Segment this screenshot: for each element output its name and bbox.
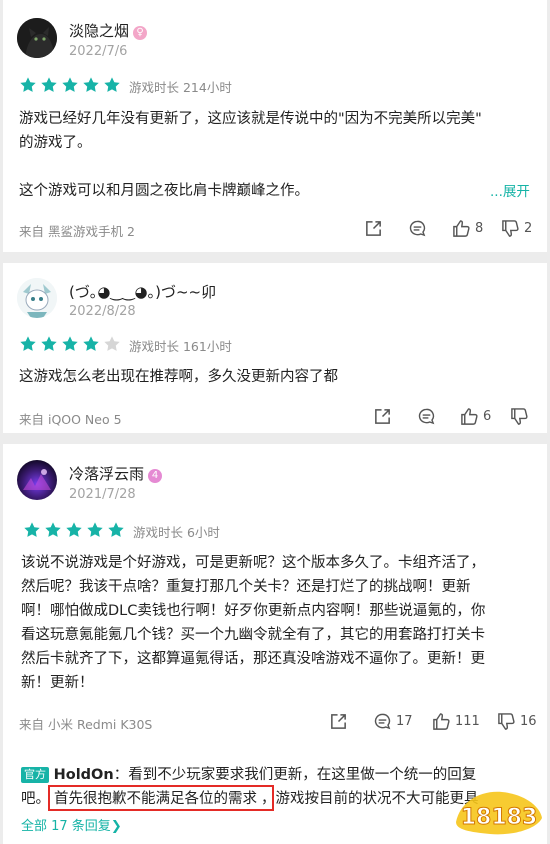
star-icon	[104, 77, 120, 92]
review-date: 2022/8/28	[69, 304, 136, 319]
star-rating	[23, 521, 128, 539]
star-icon	[83, 336, 99, 351]
review-date: 2022/7/6	[69, 44, 128, 59]
share-button[interactable]	[364, 218, 383, 238]
watermark-logo: 18183	[450, 782, 546, 842]
review-text: 游戏已经好几年没有更新了，这应该就是传说中的"因为不完美所以完美" 的游戏了。 …	[19, 111, 482, 199]
reply-text: ：看到不少玩家要求我们更新，在这里做一个统一的回复	[113, 767, 477, 783]
like-button[interactable]: 111	[432, 711, 480, 731]
share-icon	[375, 408, 390, 424]
comment-button[interactable]	[408, 218, 427, 238]
dislike-count: 2	[524, 220, 533, 236]
playtime: 游戏时长 6小时	[133, 525, 220, 540]
star-icon	[83, 77, 99, 92]
thumbs-up-icon	[433, 712, 450, 730]
review-card-1: 淡隐之烟 ♀ 2022/7/6 游戏时长 214小时 游戏已经好几年没有更新了，这…	[3, 0, 547, 252]
share-icon	[366, 220, 381, 236]
playtime: 游戏时长 161小时	[129, 339, 232, 354]
like-count: 6	[483, 408, 492, 424]
review-card-2: (づ｡◕‿‿◕｡)づ~~卯 2022/8/28 游戏时长 161小时 这游戏怎么…	[3, 263, 547, 433]
device-source: 来自 小米 Redmi K30S	[19, 717, 153, 732]
avatar[interactable]	[17, 18, 57, 58]
star-icon	[62, 77, 78, 92]
device-source: 来自 iQOO Neo 5	[19, 412, 122, 427]
like-button[interactable]: 6	[460, 406, 491, 426]
share-button[interactable]	[373, 406, 392, 426]
review-date: 2021/7/28	[69, 487, 136, 502]
like-count: 111	[455, 713, 480, 729]
comment-icon	[418, 408, 435, 424]
star-icon	[20, 336, 36, 351]
thumbs-up-icon	[453, 219, 470, 237]
avatar[interactable]	[17, 460, 57, 500]
level-badge: 4	[148, 469, 163, 483]
share-icon	[331, 713, 346, 729]
star-icon	[45, 522, 61, 537]
dislike-button[interactable]: 2	[501, 218, 532, 238]
star-icon	[87, 522, 103, 537]
device-source: 来自 黑鲨游戏手机 2	[19, 224, 135, 239]
star-icon	[20, 77, 36, 92]
comment-count: 17	[396, 713, 413, 729]
thumbs-down-icon	[511, 407, 528, 425]
playtime: 游戏时长 214小时	[129, 80, 232, 95]
star-icon	[104, 336, 120, 351]
star-icon	[66, 522, 82, 537]
highlight-box	[48, 785, 274, 811]
all-replies-link[interactable]: 全部 17 条回复❯	[21, 815, 122, 834]
avatar[interactable]	[17, 278, 57, 318]
dislike-button[interactable]: 16	[497, 711, 537, 731]
star-rating	[19, 76, 124, 94]
comment-icon	[374, 713, 391, 729]
dislike-button[interactable]	[510, 406, 529, 426]
username[interactable]: (づ｡◕‿‿◕｡)づ~~卯	[69, 281, 216, 302]
review-text: 该说不说游戏是个好游戏，可是更新呢？这个版本多久了。卡组齐活了， 然后呢？我该干…	[21, 555, 486, 691]
comment-icon	[409, 220, 426, 236]
comment-button[interactable]: 17	[373, 711, 413, 731]
expand-link[interactable]: ...展开	[490, 180, 530, 200]
like-button[interactable]: 8	[452, 218, 483, 238]
star-icon	[41, 77, 57, 92]
star-rating	[19, 335, 124, 353]
dislike-count: 16	[520, 713, 537, 729]
thumbs-down-icon	[502, 219, 519, 237]
star-icon	[41, 336, 57, 351]
watermark-text: 18183	[461, 805, 538, 830]
star-icon	[62, 336, 78, 351]
official-tag: 官方	[21, 767, 49, 783]
star-icon	[24, 522, 40, 537]
like-count: 8	[475, 220, 484, 236]
thumbs-down-icon	[498, 712, 515, 730]
star-icon	[108, 522, 124, 537]
comment-button[interactable]	[417, 406, 436, 426]
review-text: 这游戏怎么老出现在推荐啊，多久没更新内容了都	[19, 369, 338, 385]
username[interactable]: 冷落浮云雨 4	[69, 463, 163, 484]
replier-name[interactable]: HoldOn	[54, 767, 114, 783]
thumbs-up-icon	[461, 407, 478, 425]
gender-female-icon: ♀	[133, 26, 148, 40]
share-button[interactable]	[329, 711, 348, 731]
chevron-right-icon: ❯	[110, 819, 122, 834]
username[interactable]: 淡隐之烟 ♀	[69, 20, 148, 41]
